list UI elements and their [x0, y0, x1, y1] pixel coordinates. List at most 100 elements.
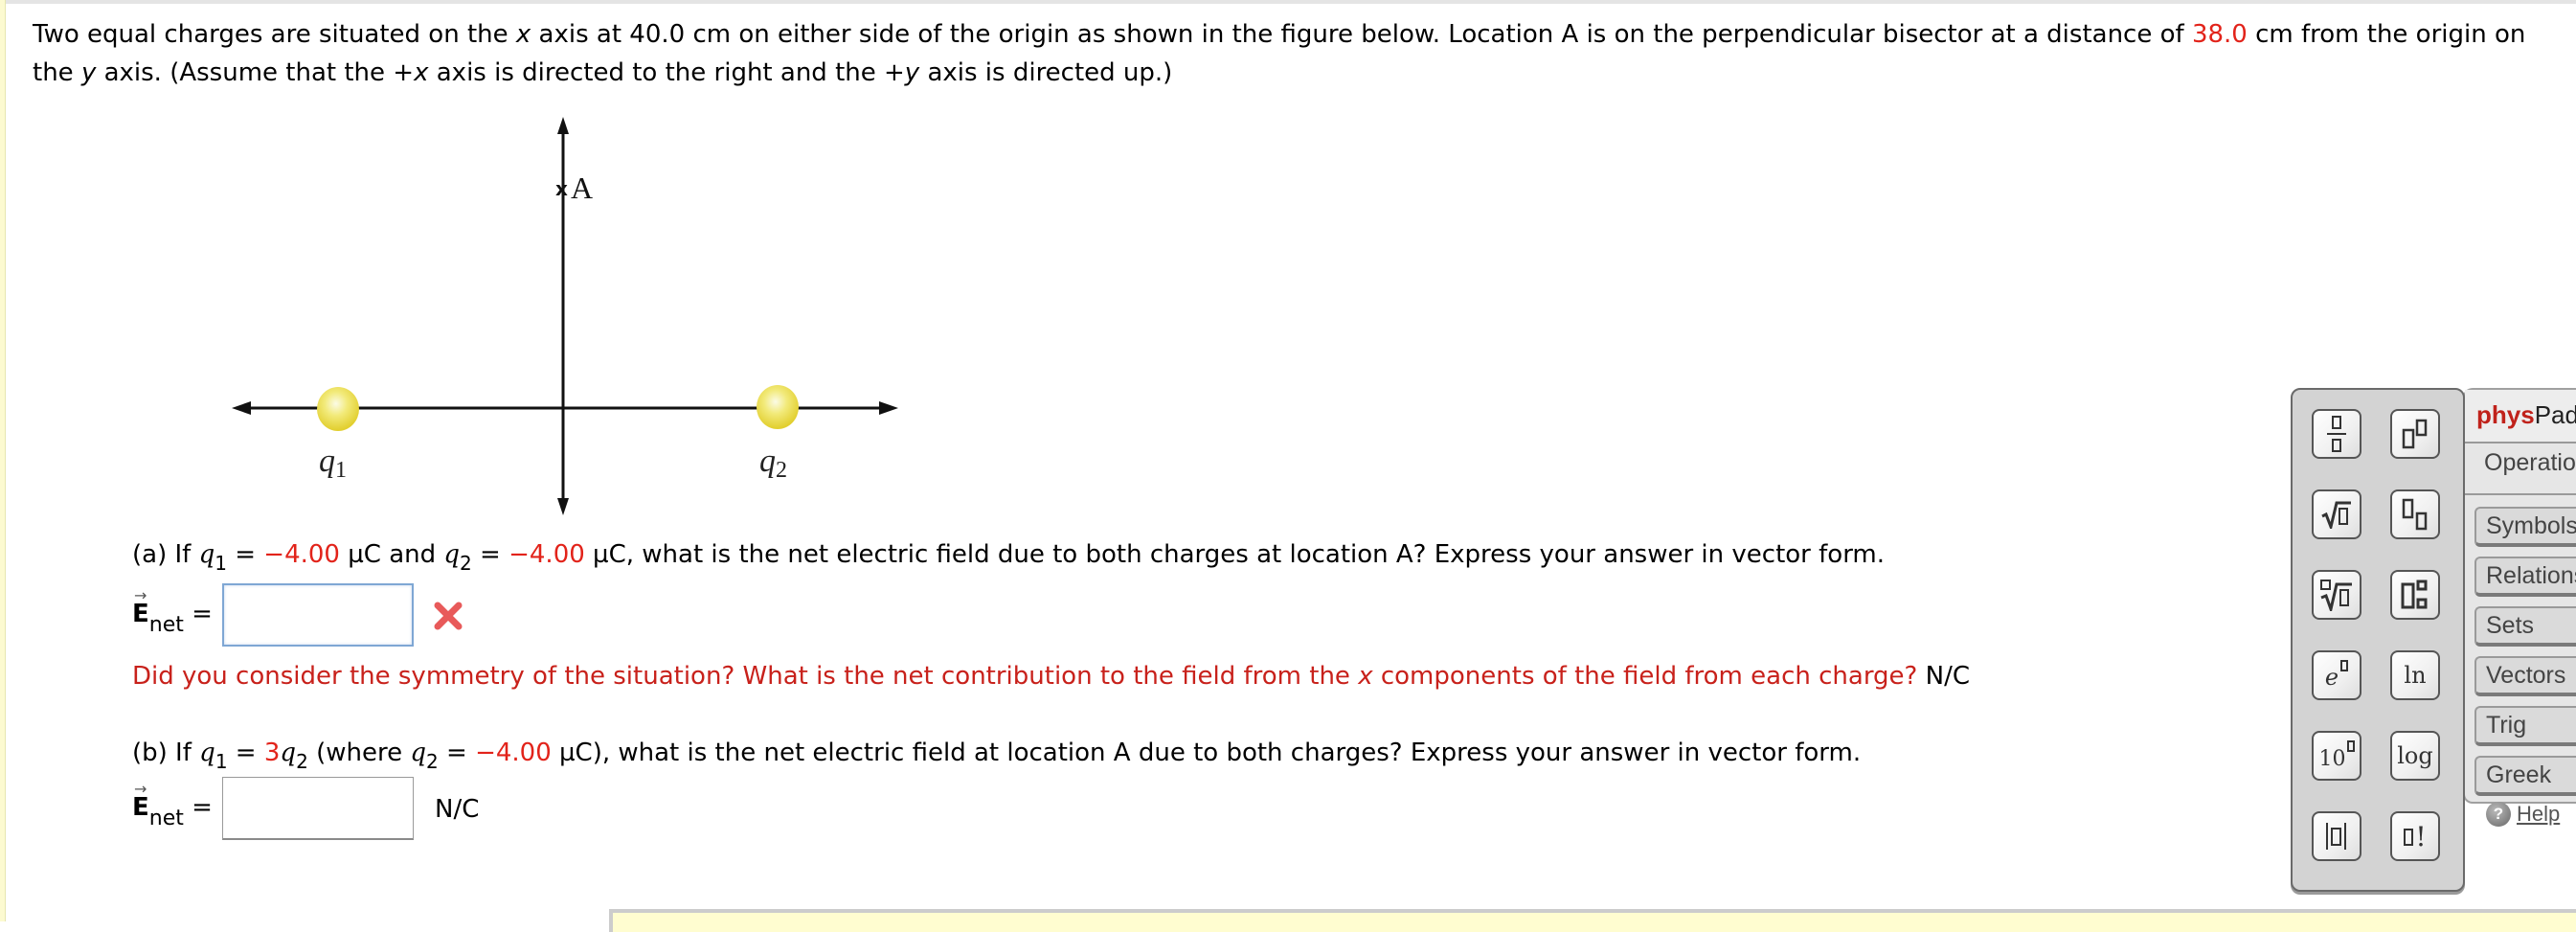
intro-text: axis. (Assume that the + [96, 58, 415, 87]
fraction-button[interactable] [2312, 409, 2361, 459]
operations-label: Operations [2484, 449, 2576, 476]
y-axis-arrow-up [557, 117, 569, 134]
var-y: y [80, 58, 97, 87]
placeholder-box [2346, 740, 2355, 752]
sub-superscript-button[interactable] [2390, 570, 2440, 620]
q1-label: q1 [319, 443, 347, 483]
hint-text: Did you consider the symmetry of the sit… [132, 662, 1359, 691]
superscript-icon [2402, 419, 2428, 449]
left-margin-stripe [0, 0, 6, 921]
e-glyph: e [2324, 664, 2339, 691]
text: µC and [339, 540, 444, 569]
exp-icon: e [2324, 660, 2349, 691]
problem-statement: Two equal charges are situated on the x … [33, 15, 2561, 92]
part-a-answer-label: → Enet = [132, 586, 213, 637]
equals: = [183, 600, 213, 628]
subscript-icon [2402, 498, 2428, 531]
vector-arrow-icon: → [134, 586, 147, 604]
var-y: y [904, 58, 920, 87]
factor-value: 3 [263, 739, 281, 767]
subscript: 1 [215, 552, 227, 575]
sub-superscript-icon [2401, 580, 2428, 609]
intro-text: axis is directed up.) [919, 58, 1173, 87]
intro-text: Two equal charges are situated on the [33, 20, 516, 49]
subscript-button[interactable] [2390, 489, 2440, 539]
q2-value: −4.00 [508, 540, 585, 569]
net-subscript: net [148, 807, 184, 830]
help-icon: ? [2486, 802, 2511, 827]
tab-sets[interactable]: Sets [2474, 606, 2576, 647]
placeholder-box [2404, 828, 2414, 846]
intro-text: axis is directed to the right and the + [428, 58, 905, 87]
tab-relations[interactable]: Relations [2474, 557, 2576, 597]
var-q2: q [410, 739, 426, 767]
point-a-marker: x [555, 177, 568, 200]
text: = [227, 739, 264, 767]
text: (a) If [132, 540, 199, 569]
superscript-button[interactable] [2390, 409, 2440, 459]
text: = [471, 540, 509, 569]
x-axis-arrow-left [232, 401, 251, 415]
part-b-answer-label: → Enet = [132, 780, 213, 830]
var-q2: q [280, 739, 297, 767]
charge-q1 [317, 387, 359, 431]
vector-e: → E [132, 586, 149, 628]
ten-power-icon: 10 [2319, 740, 2355, 771]
intro-text: axis at 40.0 cm on either side of the or… [531, 20, 2192, 49]
unit-label: N/C [1917, 662, 1970, 691]
tab-trig[interactable]: Trig [2474, 706, 2576, 746]
factorial-glyph: ! [2415, 820, 2427, 852]
text: (b) If [132, 739, 200, 767]
log-icon: log [2397, 742, 2433, 769]
factorial-button[interactable]: ! [2390, 811, 2440, 861]
part-a-feedback: Did you consider the symmetry of the sit… [132, 659, 1970, 693]
absolute-value-button[interactable] [2312, 811, 2361, 861]
subscript: 2 [296, 750, 308, 773]
brand-rest: Pad [2534, 400, 2576, 429]
subscript: 2 [426, 750, 439, 773]
text: = [438, 739, 476, 767]
ln-button[interactable]: ln [2390, 650, 2440, 700]
text: = [226, 540, 264, 569]
log-button[interactable]: log [2390, 731, 2440, 781]
q1-value: −4.00 [263, 540, 340, 569]
text: µC, what is the net electric field due t… [584, 540, 1886, 569]
placeholder-box [2340, 660, 2349, 671]
charge-q2 [757, 385, 799, 429]
var-q1: q [199, 739, 215, 767]
var-x: x [1358, 662, 1373, 691]
tab-symbols[interactable]: Symbols [2474, 507, 2576, 547]
physpad-keypad: e ln 10 log ! [2291, 388, 2465, 892]
tab-vectors[interactable]: Vectors [2474, 656, 2576, 696]
help-label: Help [2517, 802, 2561, 826]
part-a-answer-input[interactable] [222, 583, 414, 647]
square-root-button[interactable] [2312, 489, 2361, 539]
text: µC), what is the net electric field at l… [551, 739, 1862, 767]
subscript: 2 [460, 552, 472, 575]
ten-power-button[interactable]: 10 [2312, 731, 2361, 781]
var-q1: q [198, 540, 215, 569]
equals: = [183, 793, 213, 822]
physpad-tabs: Symbols Relations Sets Vectors Trig Gree… [2465, 493, 2576, 806]
net-subscript: net [148, 613, 184, 637]
ln-icon: ln [2404, 662, 2427, 689]
ten-glyph: 10 [2318, 747, 2346, 771]
distance-value: 38.0 [2191, 20, 2248, 49]
physpad-panel: physPad Operations Symbols Relations Set… [2463, 388, 2576, 827]
part-b-unit-label: N/C [435, 795, 480, 824]
part-b-answer-input[interactable] [222, 777, 414, 840]
fraction-icon [2327, 416, 2346, 452]
var-x: x [515, 20, 531, 49]
tab-greek[interactable]: Greek [2474, 756, 2576, 796]
nth-root-button[interactable] [2312, 570, 2361, 620]
help-link[interactable]: ? Help [2486, 802, 2560, 827]
absolute-value-icon [2326, 823, 2346, 850]
next-section-box [609, 909, 2576, 932]
nth-root-icon [2320, 580, 2352, 611]
y-axis-arrow-down [557, 498, 569, 515]
q2-label: q2 [759, 443, 787, 483]
exp-button[interactable]: e [2312, 650, 2361, 700]
vector-e: → E [132, 780, 149, 822]
top-border [0, 0, 2576, 4]
incorrect-x-icon [434, 602, 463, 630]
